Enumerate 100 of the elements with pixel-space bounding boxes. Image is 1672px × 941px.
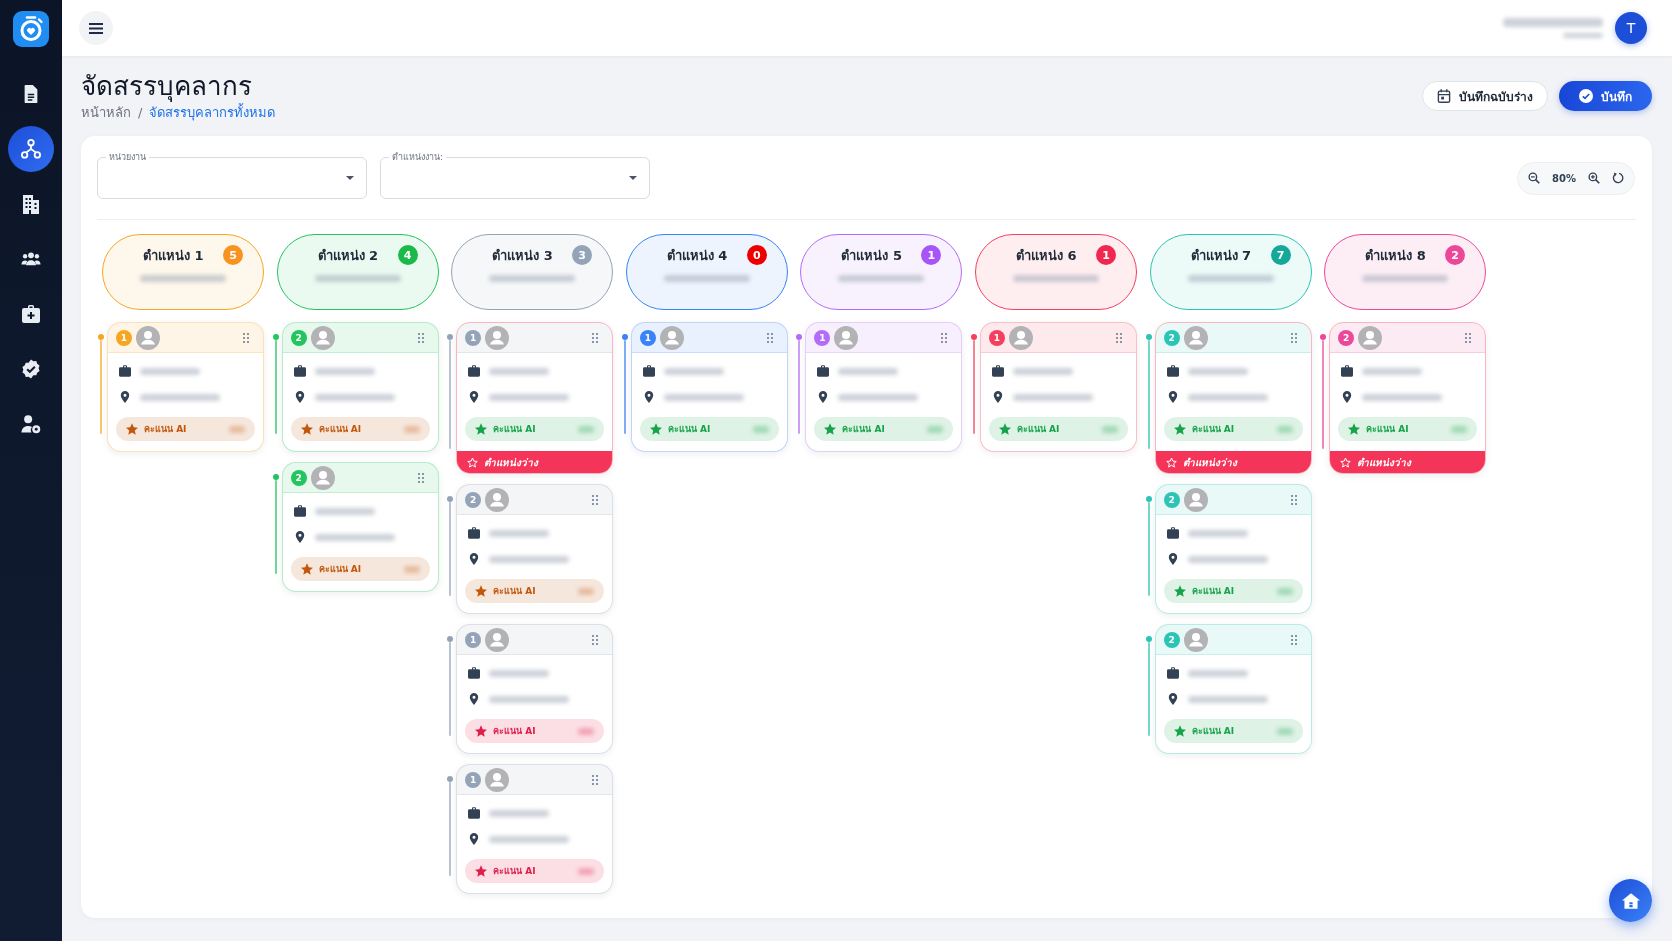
location-pin-icon — [468, 833, 481, 845]
briefcase-icon — [293, 365, 306, 377]
drag-handle-icon[interactable] — [592, 634, 599, 645]
position-title: ตำแหน่ง 3 — [492, 246, 553, 265]
candidate-card[interactable]: 2 คะแนน AI — [1154, 484, 1312, 614]
user-avatar[interactable]: T — [1615, 12, 1647, 44]
rank-badge: 1 — [814, 329, 831, 346]
save-button[interactable]: บันทึก — [1559, 81, 1652, 111]
location-pin-icon — [468, 553, 481, 565]
rank-badge: 1 — [639, 329, 656, 346]
zoom-in-button[interactable] — [1588, 172, 1600, 184]
reset-button[interactable] — [1612, 172, 1624, 184]
blurred-text — [140, 367, 200, 375]
briefcase-icon — [1166, 667, 1179, 679]
drag-handle-icon[interactable] — [1115, 332, 1122, 343]
blurred-text — [578, 587, 595, 595]
blurred-text — [403, 565, 420, 573]
blurred-text — [752, 425, 769, 433]
star-outline-icon — [1340, 456, 1352, 468]
caret-icon — [346, 176, 354, 180]
zoom-level: 80% — [1552, 172, 1576, 184]
briefcase-icon — [642, 365, 655, 377]
drag-handle-icon[interactable] — [417, 472, 424, 483]
blurred-text — [578, 867, 595, 875]
reset-icon — [1612, 172, 1624, 184]
score-label: คะแนน AI — [493, 585, 536, 598]
page-title: จัดสรรบุคลากร — [81, 70, 276, 102]
candidate-card[interactable]: 1 คะแนน AI ตำแหน่งว่าง — [456, 322, 614, 474]
blurred-text — [489, 367, 550, 375]
candidate-card[interactable]: 1 คะแนน AI — [107, 322, 264, 452]
blurred-text — [314, 507, 375, 515]
location-pin-icon — [1166, 693, 1179, 705]
timeline-dot — [272, 474, 279, 480]
drag-handle-icon[interactable] — [1290, 634, 1297, 645]
avatar-icon — [310, 465, 335, 490]
candidate-card[interactable]: 2 คะแนน AI ตำแหน่งว่าง — [1329, 322, 1487, 474]
timeline-dot — [796, 334, 803, 340]
candidate-card[interactable]: 1 คะแนน AI — [630, 322, 788, 452]
candidate-card[interactable]: 2 คะแนน AI — [456, 484, 614, 614]
breadcrumb-separator: / — [138, 104, 143, 122]
menu-button[interactable] — [79, 11, 113, 45]
rank-badge: 1 — [988, 329, 1005, 346]
briefcase-icon — [468, 527, 481, 539]
candidate-card[interactable]: 1 คะแนน AI — [456, 764, 614, 894]
candidate-card[interactable]: 1 คะแนน AI — [805, 322, 963, 452]
avatar-icon — [485, 767, 510, 792]
drag-handle-icon[interactable] — [766, 332, 773, 343]
zoom-out-button[interactable] — [1528, 172, 1541, 184]
timeline-dot — [447, 636, 454, 642]
location-pin-icon — [1341, 391, 1354, 403]
drag-handle-icon[interactable] — [243, 332, 249, 343]
location-pin-icon — [293, 531, 306, 543]
candidate-card[interactable]: 2 คะแนน AI ตำแหน่งว่าง — [1154, 322, 1312, 474]
score-label: คะแนน AI — [493, 423, 536, 436]
drag-handle-icon[interactable] — [941, 332, 948, 343]
timeline-dot — [447, 334, 454, 340]
briefcase-icon — [119, 365, 131, 377]
avatar-icon — [1183, 487, 1208, 512]
medical-bag-icon — [21, 304, 41, 324]
blurred-text — [1187, 367, 1248, 375]
avatar-icon — [485, 325, 510, 350]
stopwatch-logo-icon — [13, 11, 49, 47]
drag-handle-icon[interactable] — [1465, 332, 1472, 343]
drag-handle-icon[interactable] — [1290, 332, 1297, 343]
blurred-text — [1276, 425, 1293, 433]
briefcase-icon — [293, 505, 306, 517]
candidate-card[interactable]: 1 คะแนน AI — [979, 322, 1137, 452]
breadcrumb-link[interactable]: หน้าหลัก — [81, 104, 131, 122]
score-label: คะแนน AI — [493, 865, 536, 878]
drag-handle-icon[interactable] — [1290, 494, 1297, 505]
avatar-icon — [834, 325, 859, 350]
drag-handle-icon[interactable] — [592, 774, 599, 785]
briefcase-icon — [991, 365, 1004, 377]
candidate-card[interactable]: 2 คะแนน AI — [281, 462, 439, 592]
location-pin-icon — [991, 391, 1004, 403]
home-icon — [1621, 892, 1640, 909]
blurred-text — [1362, 367, 1423, 375]
breadcrumb-link[interactable]: จัดสรรบุคลากรทั้งหมด — [149, 104, 276, 122]
drag-handle-icon[interactable] — [592, 332, 599, 343]
sidebar-item[interactable] — [8, 126, 54, 172]
blurred-text — [578, 425, 595, 433]
drag-handle-icon[interactable] — [592, 494, 599, 505]
score-label: คะแนน AI — [318, 563, 362, 576]
candidate-card[interactable]: 2 คะแนน AI — [1154, 624, 1312, 754]
candidate-card[interactable]: 2 คะแนน AI — [281, 322, 439, 452]
candidate-card[interactable]: 1 คะแนน AI — [456, 624, 614, 754]
blurred-text — [1276, 727, 1293, 735]
timeline-dot — [1145, 636, 1152, 642]
score-label: คะแนน AI — [1366, 423, 1409, 436]
timeline-dot — [1145, 496, 1152, 502]
score-label: คะแนน AI — [842, 423, 885, 436]
badge-check-icon — [21, 359, 41, 379]
score-label: คะแนน AI — [1191, 423, 1234, 436]
drag-handle-icon[interactable] — [417, 332, 424, 343]
blurred-text — [489, 669, 550, 677]
calendar-icon — [1437, 89, 1451, 103]
position-title: ตำแหน่ง 7 — [1190, 246, 1252, 265]
save-draft-button[interactable]: บันทึกฉบับร่าง — [1422, 81, 1548, 111]
briefcase-icon — [468, 807, 481, 819]
briefcase-icon — [1166, 527, 1179, 539]
